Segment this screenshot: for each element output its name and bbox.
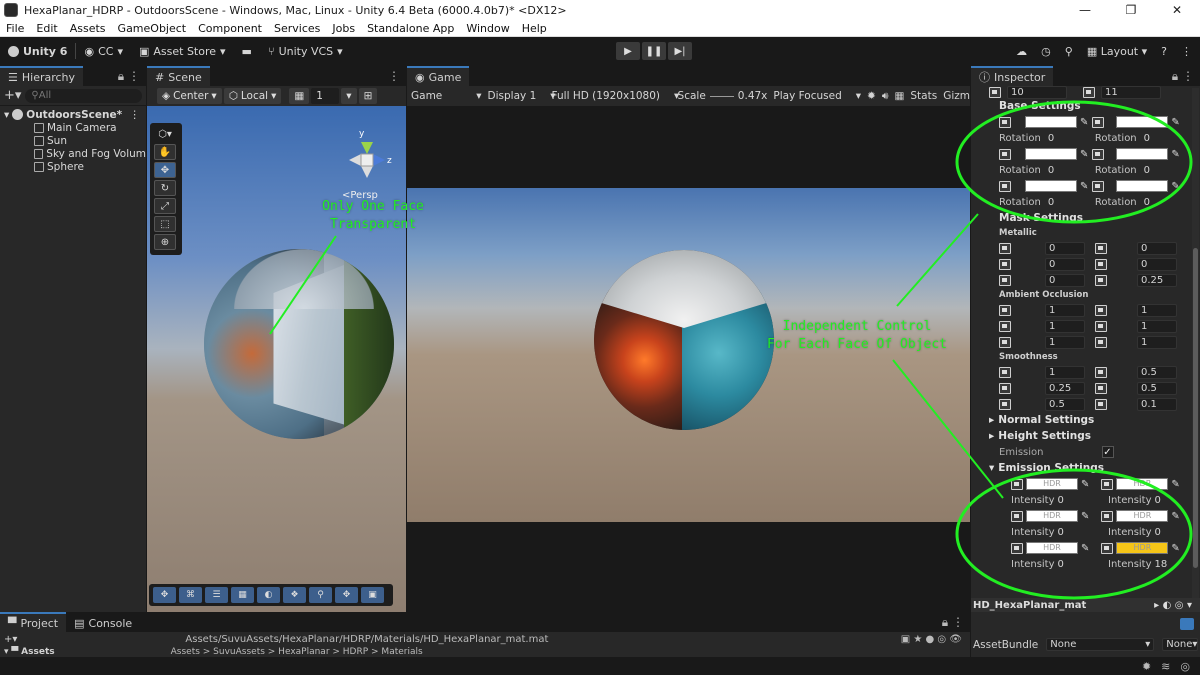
annotation-one-face: Only One Face Transparent: [322, 199, 424, 232]
annotation-line: [269, 235, 337, 335]
annotation-line: [896, 213, 979, 307]
annotation-independent-control: Independent Control For Each Face Of Obj…: [766, 319, 947, 352]
highlight-ellipse: [955, 468, 1193, 600]
annotation-overlay: [269, 100, 1193, 600]
highlight-ellipse: [955, 100, 1193, 224]
annotation-line: [892, 359, 1004, 499]
